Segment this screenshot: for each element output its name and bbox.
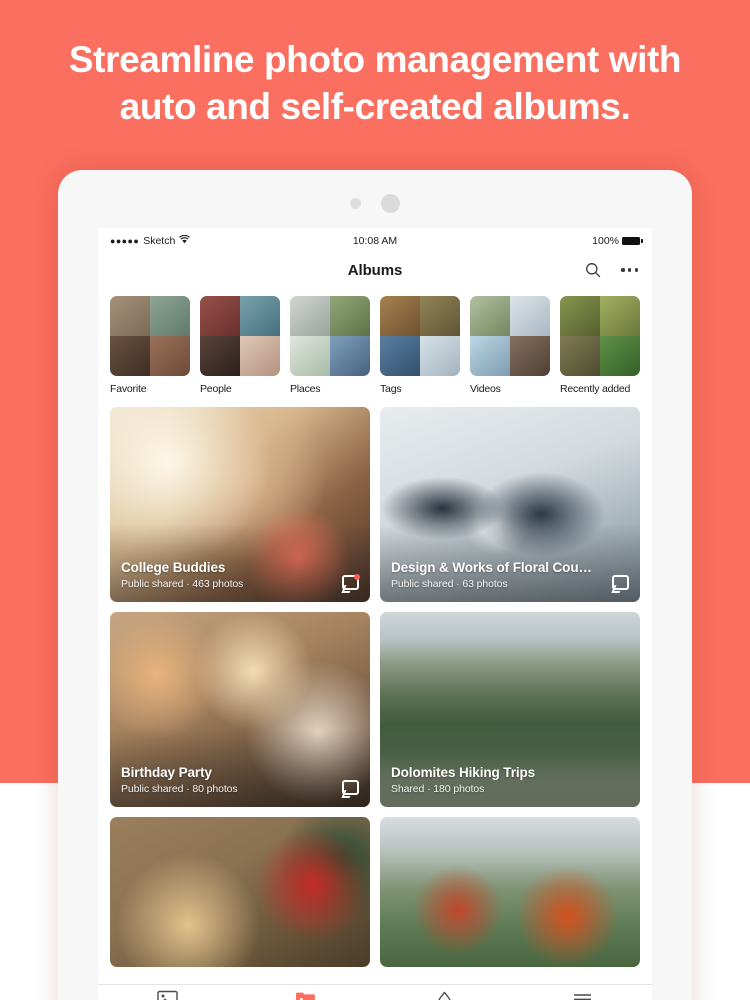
comment-badge-icon[interactable]	[342, 780, 359, 795]
album-title: Dolomites Hiking Trips	[391, 765, 536, 780]
sharing-icon	[434, 990, 455, 1000]
album-cover-image	[110, 817, 370, 967]
status-bar-time: 10:08 AM	[352, 235, 398, 247]
album-caption: College Buddies Public shared · 463 phot…	[121, 560, 324, 590]
device-bezel-sensors	[58, 194, 692, 213]
category-thumbnail	[380, 296, 460, 376]
album-subtitle: Public shared · 463 photos	[121, 578, 244, 590]
category-people[interactable]: People	[200, 296, 280, 395]
photo-outline-icon	[157, 990, 178, 1000]
album-title: Design & Works of Floral Course	[391, 560, 594, 575]
tab-sharing[interactable]: Sharing	[375, 990, 514, 1000]
navigation-actions	[585, 262, 638, 278]
album-card-fawn-barn[interactable]	[110, 817, 370, 967]
hamburger-menu-icon	[572, 990, 593, 1000]
ambient-sensor-icon	[350, 198, 361, 209]
search-icon[interactable]	[585, 262, 601, 278]
category-thumbnail	[290, 296, 370, 376]
album-card-college-buddies[interactable]: College Buddies Public shared · 463 phot…	[110, 407, 370, 602]
album-title: College Buddies	[121, 560, 226, 575]
device-screen: ●●●●● Sketch 10:08 AM 100% Albums Favori…	[98, 228, 652, 1000]
page-title: Albums	[347, 261, 403, 279]
category-tags[interactable]: Tags	[380, 296, 460, 395]
category-label: Recently added	[560, 383, 631, 395]
category-label: Videos	[470, 383, 501, 395]
album-card-birthday-party[interactable]: Birthday Party Public shared · 80 photos	[110, 612, 370, 807]
album-card-hikers-mugs[interactable]	[380, 817, 640, 967]
category-thumbnail	[470, 296, 550, 376]
album-caption: Birthday Party Public shared · 80 photos	[121, 765, 324, 795]
album-grid: College Buddies Public shared · 463 phot…	[98, 395, 652, 967]
unread-dot-icon	[354, 574, 360, 580]
albums-filled-icon	[295, 990, 316, 1000]
category-thumbnail	[560, 296, 640, 376]
navigation-bar: Albums	[98, 254, 652, 286]
album-caption: Design & Works of Floral Course Public s…	[391, 560, 594, 590]
album-card-design-floral-course[interactable]: Design & Works of Floral Course Public s…	[380, 407, 640, 602]
category-label: Favorite	[110, 383, 147, 395]
category-label: People	[200, 383, 232, 395]
front-camera-icon	[381, 194, 400, 213]
more-horizontal-icon[interactable]	[621, 268, 638, 272]
category-strip: Favorite People Places Tags Videos Recen…	[98, 286, 652, 395]
tab-photos[interactable]: Photos	[98, 990, 237, 1000]
album-cover-image	[380, 817, 640, 967]
album-title: Birthday Party	[121, 765, 212, 780]
album-caption: Dolomites Hiking Trips Shared · 180 phot…	[391, 765, 594, 795]
category-thumbnail	[200, 296, 280, 376]
category-favorite[interactable]: Favorite	[110, 296, 190, 395]
album-card-dolomites-hiking-trips[interactable]: Dolomites Hiking Trips Shared · 180 phot…	[380, 612, 640, 807]
tab-more[interactable]: More	[514, 990, 653, 1000]
category-places[interactable]: Places	[290, 296, 370, 395]
album-subtitle: Public shared · 80 photos	[121, 783, 238, 795]
page-headline: Streamline photo management with auto an…	[68, 39, 682, 127]
category-thumbnail	[110, 296, 190, 376]
category-label: Tags	[380, 383, 402, 395]
album-subtitle: Shared · 180 photos	[391, 783, 485, 795]
category-videos[interactable]: Videos	[470, 296, 550, 395]
album-subtitle: Public shared · 63 photos	[391, 578, 508, 590]
category-label: Places	[290, 383, 321, 395]
tab-albums[interactable]: Albums	[237, 990, 376, 1000]
bottom-tab-bar: Photos Albums Sharing	[98, 984, 652, 1000]
comment-badge-icon[interactable]	[342, 574, 360, 590]
status-bar: ●●●●● Sketch 10:08 AM 100%	[98, 228, 652, 254]
tablet-device-frame: ●●●●● Sketch 10:08 AM 100% Albums Favori…	[58, 170, 692, 1000]
comment-badge-icon[interactable]	[612, 575, 629, 590]
category-recently-added[interactable]: Recently added	[560, 296, 640, 395]
battery-full-icon	[622, 237, 643, 245]
